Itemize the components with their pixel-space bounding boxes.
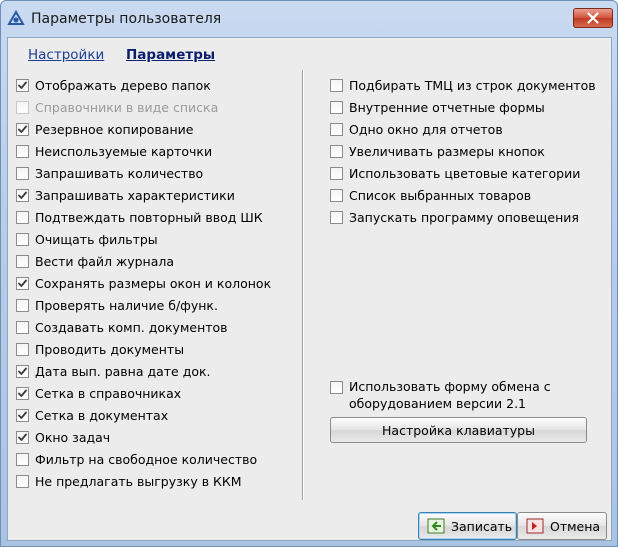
checkbox-checked[interactable] [16, 408, 29, 422]
checkbox-label: Запрашивать характеристики [35, 187, 235, 203]
checkbox-label: Сетка в документах [35, 407, 169, 423]
cancel-button[interactable]: Отмена [517, 512, 607, 540]
close-icon [587, 12, 599, 24]
checkbox-label: Список выбранных товаров [349, 187, 532, 203]
option-checkbox[interactable]: Запрашивать количество [16, 164, 203, 182]
cancel-button-label: Отмена [550, 518, 601, 534]
checkbox-label: Внутренние отчетные формы [349, 99, 545, 115]
save-button-label: Записать [451, 518, 513, 534]
save-button[interactable]: Записать [418, 512, 517, 540]
checkbox-checked[interactable] [16, 386, 29, 400]
checkbox-label: Создавать комп. документов [35, 319, 228, 335]
checkbox-label: Резервное копирование [35, 121, 194, 137]
save-icon [427, 518, 445, 534]
checkbox-unchecked[interactable] [330, 166, 343, 180]
checkbox-unchecked[interactable] [16, 298, 29, 312]
option-checkbox[interactable]: Использовать цветовые категории [330, 164, 580, 182]
checkbox-label: Подбирать ТМЦ из строк документов [349, 77, 596, 93]
checkbox-label: Подтвеждать повторный ввод ШК [35, 209, 263, 225]
checkbox-unchecked[interactable] [330, 144, 343, 158]
checkbox-label: Фильтр на свободное количество [35, 451, 258, 467]
window-title: Параметры пользователя [31, 11, 222, 27]
option-checkbox[interactable]: Отображать дерево папок [16, 76, 211, 94]
checkbox-unchecked[interactable] [330, 210, 343, 224]
checkbox-unchecked [16, 100, 29, 114]
checkbox-unchecked[interactable] [330, 78, 343, 92]
checkbox-label: Одно окно для отчетов [349, 121, 503, 137]
checkbox-label: Неиспользуемые карточки [35, 143, 213, 159]
checkbox-unchecked[interactable] [16, 474, 29, 488]
checkbox-unchecked[interactable] [330, 122, 343, 136]
checkbox-label: Запускать программу оповещения [349, 209, 579, 225]
checkbox-unchecked[interactable] [16, 254, 29, 268]
option-checkbox[interactable]: Дата вып. равна дате док. [16, 362, 211, 380]
option-checkbox[interactable]: Список выбранных товаров [330, 186, 531, 204]
option-checkbox[interactable]: Создавать комп. документов [16, 318, 228, 336]
checkbox-unchecked[interactable] [16, 452, 29, 466]
option-checkbox[interactable]: Неиспользуемые карточки [16, 142, 212, 160]
option-checkbox[interactable]: Вести файл журнала [16, 252, 174, 270]
checkbox-label: Очищать фильтры [35, 231, 158, 247]
dialog-window: Параметры пользователя Настройки Парамет… [0, 0, 618, 547]
checkbox-label: Справочники в виде списка [35, 99, 219, 115]
option-checkbox[interactable]: Окно задач [16, 428, 110, 446]
option-checkbox[interactable]: Фильтр на свободное количество [16, 450, 257, 468]
option-checkbox[interactable]: Не предлагать выгрузку в ККМ [16, 472, 242, 490]
option-checkbox: Справочники в виде списка [16, 98, 218, 116]
option-checkbox[interactable]: Резервное копирование [16, 120, 193, 138]
checkbox-unchecked[interactable] [16, 342, 29, 356]
dialog-content: Настройки Параметры Отображать дерево па… [7, 37, 612, 541]
checkbox-label: Не предлагать выгрузку в ККМ [35, 473, 242, 489]
option-checkbox[interactable]: Проводить документы [16, 340, 184, 358]
keyboard-settings-button[interactable]: Настройка клавиатуры [330, 417, 587, 443]
cancel-icon [526, 518, 544, 534]
checkbox-box[interactable] [330, 381, 343, 394]
checkbox-unchecked[interactable] [16, 144, 29, 158]
checkbox-label: Проверять наличие б/функ. [35, 297, 218, 313]
app-logo-icon [7, 9, 25, 27]
option-checkbox[interactable]: Сохранять размеры окон и колонок [16, 274, 271, 292]
checkbox-label: Вести файл журнала [35, 253, 175, 269]
checkbox-unchecked[interactable] [16, 232, 29, 246]
keyboard-settings-label: Настройка клавиатуры [382, 422, 535, 438]
exchange-form-checkbox[interactable]: Использовать форму обмена с оборудование… [330, 378, 570, 414]
checkbox-unchecked[interactable] [16, 320, 29, 334]
column-divider [302, 70, 304, 500]
option-checkbox[interactable]: Увеличивать размеры кнопок [330, 142, 545, 160]
option-checkbox[interactable]: Одно окно для отчетов [330, 120, 503, 138]
option-checkbox[interactable]: Запрашивать характеристики [16, 186, 235, 204]
option-checkbox[interactable]: Подбирать ТМЦ из строк документов [330, 76, 596, 94]
checkbox-label: Дата вып. равна дате док. [35, 363, 211, 379]
tab-nastroyki[interactable]: Настройки [28, 47, 104, 63]
checkbox-unchecked[interactable] [16, 210, 29, 224]
option-checkbox[interactable]: Очищать фильтры [16, 230, 158, 248]
checkbox-checked[interactable] [16, 364, 29, 378]
tab-parametry[interactable]: Параметры [126, 47, 215, 63]
checkbox-checked[interactable] [16, 78, 29, 92]
checkbox-checked[interactable] [16, 430, 29, 444]
checkbox-checked[interactable] [16, 188, 29, 202]
checkbox-label: Использовать форму обмена с оборудование… [349, 379, 551, 411]
checkbox-unchecked[interactable] [330, 100, 343, 114]
checkbox-checked[interactable] [16, 276, 29, 290]
checkbox-label: Сетка в справочниках [35, 385, 182, 401]
checkbox-label: Сохранять размеры окон и колонок [35, 275, 272, 291]
checkbox-label: Отображать дерево папок [35, 77, 211, 93]
option-checkbox[interactable]: Запускать программу оповещения [330, 208, 579, 226]
checkbox-label: Запрашивать количество [35, 165, 204, 181]
checkbox-label: Увеличивать размеры кнопок [349, 143, 545, 159]
option-checkbox[interactable]: Проверять наличие б/функ. [16, 296, 218, 314]
checkbox-label: Использовать цветовые категории [349, 165, 581, 181]
checkbox-label: Проводить документы [35, 341, 185, 357]
close-button[interactable] [573, 8, 613, 28]
title-bar[interactable]: Параметры пользователя [1, 1, 617, 37]
checkbox-unchecked[interactable] [16, 166, 29, 180]
checkbox-label: Окно задач [35, 429, 111, 445]
checkbox-checked[interactable] [16, 122, 29, 136]
option-checkbox[interactable]: Сетка в справочниках [16, 384, 181, 402]
checkbox-unchecked[interactable] [330, 188, 343, 202]
option-checkbox[interactable]: Подтвеждать повторный ввод ШК [16, 208, 263, 226]
option-checkbox[interactable]: Внутренние отчетные формы [330, 98, 545, 116]
option-checkbox[interactable]: Сетка в документах [16, 406, 168, 424]
